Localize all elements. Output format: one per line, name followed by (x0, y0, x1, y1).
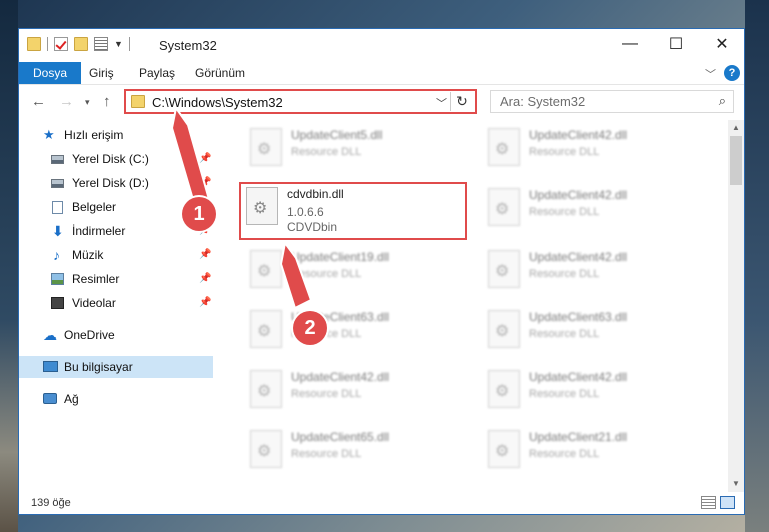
callout-arrows (170, 105, 313, 310)
arrow-to-address-bar (170, 105, 212, 204)
callout-badge-1: 1 (182, 197, 216, 231)
callout-badge-2: 2 (293, 311, 327, 345)
arrow-to-file (279, 240, 313, 310)
